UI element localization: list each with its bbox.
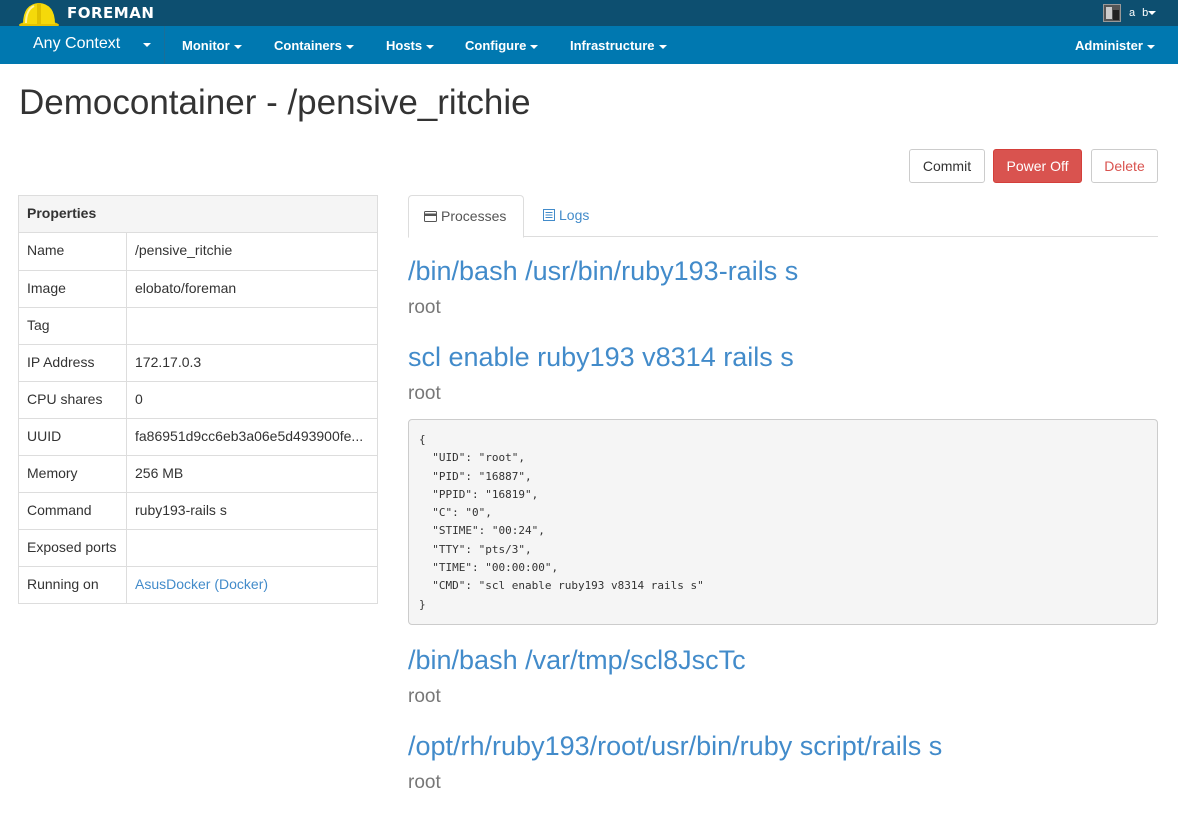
- list-alt-icon: [543, 209, 555, 221]
- process-title[interactable]: /bin/bash /var/tmp/scl8JscTc: [408, 645, 746, 676]
- credit-card-icon: [424, 211, 437, 222]
- chevron-down-icon: [658, 44, 667, 49]
- chevron-down-icon: [530, 44, 539, 49]
- top-bar: FOREMAN a b: [0, 0, 1178, 29]
- nav-hosts-label: Hosts: [386, 38, 423, 53]
- nav-infrastructure-label: Infrastructure: [570, 38, 655, 53]
- main-navbar: Any Context Monitor Containers Hosts Con…: [0, 26, 1178, 64]
- nav-administer[interactable]: Administer: [1075, 38, 1155, 53]
- property-key: Running on: [19, 567, 127, 603]
- property-row: Exposed ports: [19, 529, 377, 566]
- power-off-button[interactable]: Power Off: [993, 149, 1082, 183]
- property-value: 0: [135, 391, 143, 407]
- property-row: Memory 256 MB: [19, 455, 377, 492]
- nav-divider: [164, 26, 165, 64]
- property-value: fa86951d9cc6eb3a06e5d493900fe...: [135, 428, 364, 444]
- context-selector[interactable]: Any Context: [0, 26, 164, 64]
- running-on-link[interactable]: AsusDocker (Docker): [127, 567, 377, 603]
- nav-infrastructure[interactable]: Infrastructure: [570, 38, 667, 53]
- tab-processes[interactable]: Processes: [408, 195, 524, 238]
- property-key: Memory: [19, 456, 127, 492]
- property-row: Image elobato/foreman: [19, 270, 377, 307]
- chevron-down-icon: [1146, 44, 1155, 49]
- process-user: root: [408, 383, 441, 404]
- property-key: Name: [19, 233, 127, 270]
- properties-table: Properties Name/pensive_ritchie Image elob…: [18, 195, 378, 604]
- nav-configure[interactable]: Configure: [465, 38, 539, 53]
- commit-button[interactable]: Commit: [909, 149, 985, 183]
- process-user: root: [408, 297, 441, 318]
- tab-logs[interactable]: Logs: [528, 195, 604, 237]
- property-key: IP Address: [19, 345, 127, 381]
- property-key: CPU shares: [19, 382, 127, 418]
- property-row: UUID fa86951d9cc6eb3a06e5d493900fe...: [19, 418, 377, 455]
- nav-configure-label: Configure: [465, 38, 527, 53]
- chevron-down-icon[interactable]: [1148, 11, 1156, 15]
- process-detail-json: { "UID": "root", "PID": "16887", "PPID":…: [408, 419, 1158, 625]
- property-key: Tag: [19, 308, 127, 344]
- tab-processes-label: Processes: [441, 208, 507, 224]
- property-key: Image: [19, 271, 127, 307]
- tab-logs-label: Logs: [559, 207, 590, 223]
- nav-administer-label: Administer: [1075, 38, 1143, 53]
- page-title: Democontainer - /pensive_ritchie: [19, 83, 531, 122]
- property-row: CPU shares 0: [19, 381, 377, 418]
- property-value: /pensive_ritchie: [135, 242, 233, 258]
- property-value: [127, 308, 377, 344]
- property-value: [127, 530, 377, 566]
- property-key: Exposed ports: [19, 530, 127, 566]
- property-row: IP Address 172.17.0.3: [19, 344, 377, 381]
- property-row: Name/pensive_ritchie: [19, 233, 377, 270]
- nav-containers-label: Containers: [274, 38, 342, 53]
- user-avatar[interactable]: [1103, 4, 1121, 22]
- process-title[interactable]: /opt/rh/ruby193/root/usr/bin/ruby script…: [408, 731, 942, 762]
- context-label: Any Context: [33, 35, 121, 52]
- process-user: root: [408, 772, 441, 793]
- chevron-down-icon: [143, 43, 151, 47]
- nav-hosts[interactable]: Hosts: [386, 38, 435, 53]
- property-key: Command: [19, 493, 127, 529]
- tab-bar: Processes Logs: [408, 195, 1158, 238]
- property-value: 172.17.0.3: [135, 354, 202, 370]
- process-user: root: [408, 686, 441, 707]
- process-title[interactable]: scl enable ruby193 v8314 rails s: [408, 342, 794, 373]
- properties-header: Properties: [19, 196, 377, 233]
- brand-name[interactable]: FOREMAN: [67, 4, 154, 22]
- chevron-down-icon: [345, 44, 354, 49]
- property-value: 256 MB: [135, 465, 184, 481]
- property-key: UUID: [19, 419, 127, 455]
- nav-containers[interactable]: Containers: [274, 38, 354, 53]
- property-value: elobato/foreman: [135, 280, 237, 296]
- property-row: Command ruby193-rails s: [19, 492, 377, 529]
- properties-rows: Name/pensive_ritchie Image elobato/foreman…: [19, 233, 377, 603]
- chevron-down-icon: [426, 44, 435, 49]
- nav-monitor[interactable]: Monitor: [182, 38, 242, 53]
- nav-monitor-label: Monitor: [182, 38, 230, 53]
- process-title[interactable]: /bin/bash /usr/bin/ruby193-rails s: [408, 256, 798, 287]
- property-row: Tag: [19, 307, 377, 344]
- delete-button[interactable]: Delete: [1091, 149, 1158, 183]
- property-value: ruby193-rails s: [135, 502, 227, 518]
- property-row: Running on AsusDocker (Docker): [19, 566, 377, 603]
- chevron-down-icon: [233, 44, 242, 49]
